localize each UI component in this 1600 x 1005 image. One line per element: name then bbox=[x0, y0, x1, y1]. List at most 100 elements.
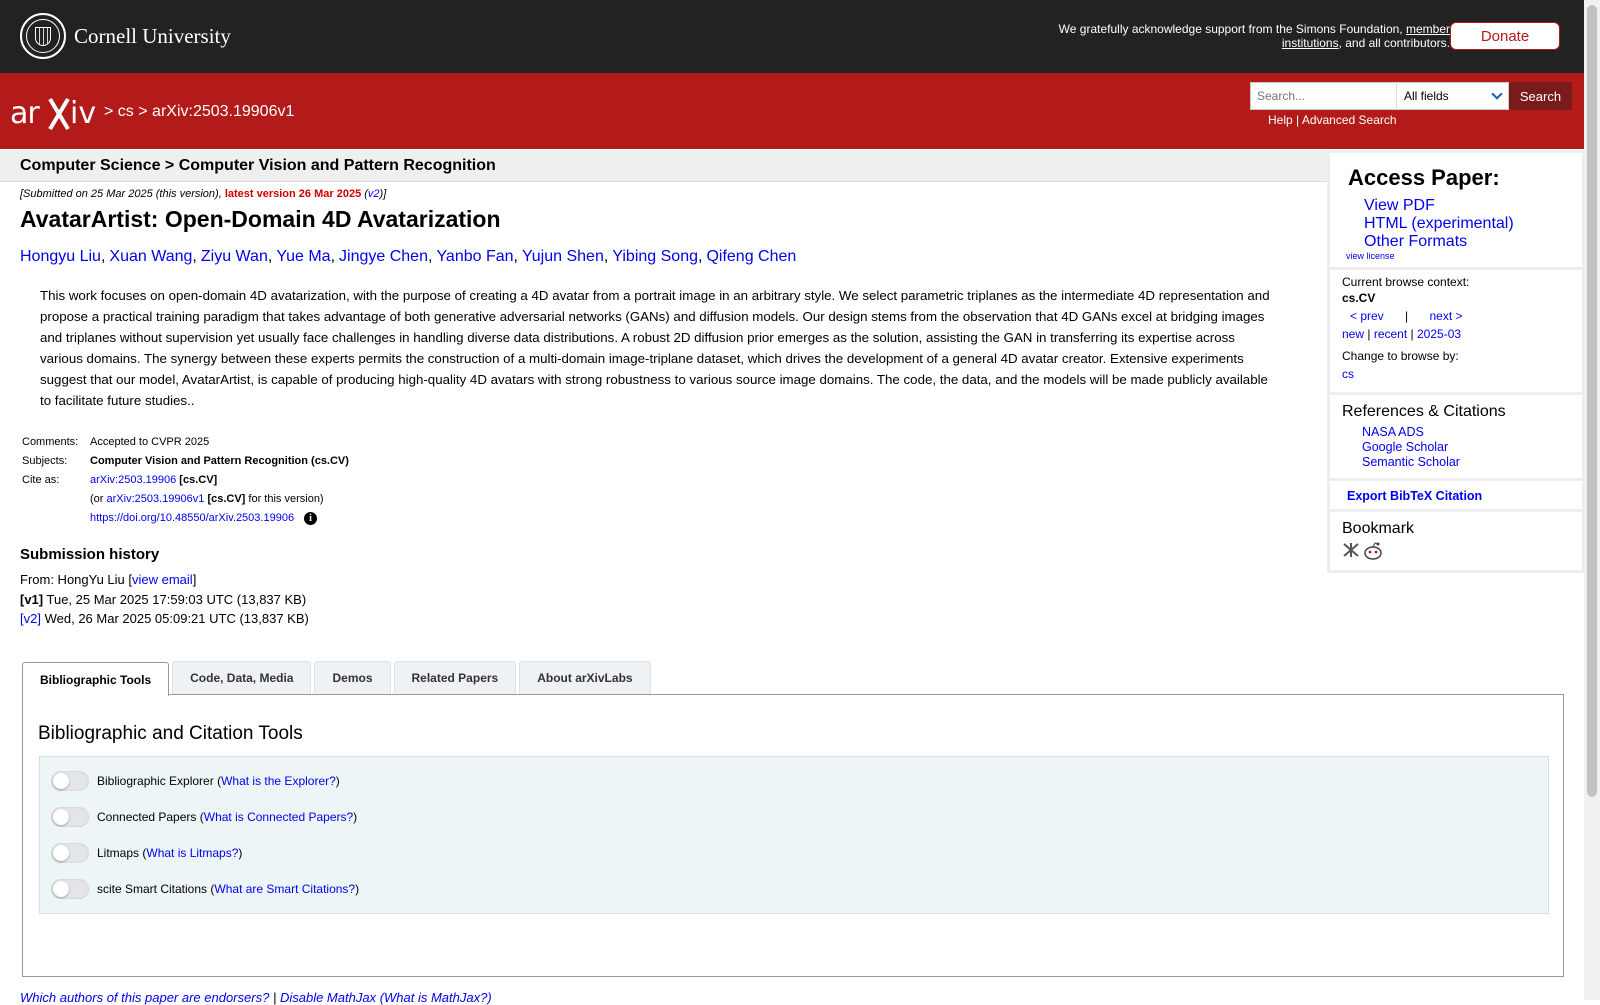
footer-links: Which authors of this paper are endorser… bbox=[20, 990, 492, 1005]
author-separator: , bbox=[513, 248, 518, 265]
bibsonomy-icon[interactable] bbox=[1342, 542, 1360, 558]
tab-demos[interactable]: Demos bbox=[314, 661, 391, 694]
latest-version-label: latest version 26 Mar 2025 bbox=[224, 188, 362, 200]
author-separator: , bbox=[100, 248, 106, 265]
subjects-label: Subjects: bbox=[22, 455, 68, 467]
history-title: Submission history bbox=[20, 546, 160, 563]
search-input[interactable] bbox=[1250, 82, 1396, 110]
scrollbar[interactable] bbox=[1584, 0, 1600, 1000]
prev-link[interactable]: < prev bbox=[1350, 309, 1384, 323]
author-link[interactable]: Jingye Chen bbox=[339, 248, 428, 265]
donate-button[interactable]: Donate bbox=[1450, 22, 1560, 50]
author-separator: , bbox=[267, 248, 273, 265]
reddit-icon[interactable] bbox=[1363, 542, 1383, 560]
scite-toggle[interactable] bbox=[51, 879, 89, 899]
cite-category: [cs.CV] bbox=[179, 474, 218, 486]
what-mathjax-link[interactable]: (What is MathJax?) bbox=[380, 990, 492, 1005]
google-scholar-link[interactable]: Google Scholar bbox=[1362, 440, 1448, 454]
author-separator: , bbox=[427, 248, 433, 265]
help-link[interactable]: Help bbox=[1268, 113, 1293, 127]
search-help-links: Help | Advanced Search bbox=[1268, 113, 1397, 127]
connected-papers-help-link[interactable]: What is Connected Papers? bbox=[204, 810, 353, 824]
submission-dateline: [Submitted on 25 Mar 2025 (this version)… bbox=[20, 188, 387, 200]
paper-title: AvatarArtist: Open-Domain 4D Avatarizati… bbox=[20, 206, 501, 232]
v2-history-link[interactable]: [v2] bbox=[20, 611, 41, 626]
author-separator: , bbox=[330, 248, 336, 265]
tab-bibliographic-tools[interactable]: Bibliographic Tools bbox=[22, 662, 170, 696]
litmaps-help-link[interactable]: What is Litmaps? bbox=[146, 846, 238, 860]
cornell-name: Cornell University bbox=[74, 23, 231, 48]
author-list: Hongyu Liu, Xuan Wang, Ziyu Wan, Yue Ma, Jin… bbox=[20, 248, 796, 266]
search-form: All fields Search bbox=[1250, 82, 1572, 110]
view-email-link[interactable]: view email bbox=[132, 572, 193, 587]
author-link[interactable]: Qifeng Chen bbox=[706, 248, 796, 265]
svg-text:ar: ar bbox=[10, 96, 40, 131]
panel-title: Bibliographic and Citation Tools bbox=[38, 723, 303, 744]
author-link[interactable]: Xuan Wang bbox=[109, 248, 192, 265]
svg-text:iv: iv bbox=[70, 96, 96, 131]
breadcrumb: > cs > arXiv:2503.19906v1 bbox=[104, 103, 295, 120]
tool-row: Connected Papers (What is Connected Pape… bbox=[51, 807, 357, 827]
view-pdf-link[interactable]: View PDF bbox=[1364, 197, 1435, 214]
author-link[interactable]: Hongyu Liu bbox=[20, 248, 101, 265]
v2-link[interactable]: v2 bbox=[368, 188, 380, 200]
explorer-toggle[interactable] bbox=[51, 771, 89, 791]
arxiv-logo[interactable]: ar iv bbox=[10, 93, 102, 133]
metadata-table: Comments: Accepted to CVPR 2025 Subjects… bbox=[22, 436, 349, 525]
refs-title: References & Citations bbox=[1342, 403, 1506, 420]
abstract: This work focuses on open-domain 4D avat… bbox=[40, 288, 1270, 408]
scrollbar-thumb[interactable] bbox=[1587, 5, 1597, 797]
tab-related-papers[interactable]: Related Papers bbox=[393, 661, 517, 694]
html-link[interactable]: HTML (experimental) bbox=[1364, 215, 1514, 232]
view-license-link[interactable]: view license bbox=[1346, 251, 1395, 261]
author-separator: , bbox=[603, 248, 609, 265]
recent-link[interactable]: recent bbox=[1374, 327, 1407, 341]
author-link[interactable]: Yanbo Fan bbox=[436, 248, 513, 265]
other-formats-link[interactable]: Other Formats bbox=[1364, 233, 1467, 250]
comments-label: Comments: bbox=[22, 436, 79, 448]
tools-list: Bibliographic Explorer (What is the Expl… bbox=[39, 756, 1549, 914]
explorer-help-link[interactable]: What is the Explorer? bbox=[221, 774, 336, 788]
doi-link[interactable]: https://doi.org/10.48550/arXiv.2503.1990… bbox=[90, 512, 294, 524]
cornell-seal-icon bbox=[20, 13, 66, 59]
v1-label: [v1] bbox=[20, 591, 44, 607]
subject-header: Computer Science > Computer Vision and P… bbox=[0, 150, 1327, 182]
labs-tabs: Bibliographic Tools Code, Data, Media De… bbox=[22, 661, 654, 696]
connected-papers-toggle[interactable] bbox=[51, 807, 89, 827]
browse-context: cs.CV bbox=[1342, 291, 1376, 305]
author-link[interactable]: Yibing Song bbox=[612, 248, 698, 265]
semantic-scholar-link[interactable]: Semantic Scholar bbox=[1362, 455, 1460, 469]
tab-about-arxivlabs[interactable]: About arXivLabs bbox=[519, 661, 651, 694]
cite-version-link[interactable]: arXiv:2503.19906v1 bbox=[107, 493, 205, 505]
litmaps-toggle[interactable] bbox=[51, 843, 89, 863]
subjects-value: Computer Vision and Pattern Recognition … bbox=[90, 455, 349, 467]
breadcrumb-cs[interactable]: cs bbox=[118, 103, 134, 120]
author-separator: , bbox=[698, 248, 703, 265]
info-icon[interactable]: i bbox=[304, 512, 318, 525]
tool-row: Bibliographic Explorer (What is the Expl… bbox=[51, 771, 340, 791]
cornell-logo[interactable]: Cornell University bbox=[20, 13, 231, 59]
browse-cs-link[interactable]: cs bbox=[1342, 367, 1354, 381]
support-text: We gratefully acknowledge support from t… bbox=[1058, 22, 1450, 50]
comments-value: Accepted to CVPR 2025 bbox=[90, 436, 210, 448]
advanced-search-link[interactable]: Advanced Search bbox=[1302, 113, 1397, 127]
scite-help-link[interactable]: What are Smart Citations? bbox=[214, 882, 355, 896]
month-link[interactable]: 2025-03 bbox=[1417, 327, 1461, 341]
author-link[interactable]: Ziyu Wan bbox=[201, 248, 268, 265]
cite-id-link[interactable]: arXiv:2503.19906 bbox=[90, 474, 176, 486]
disable-mathjax-link[interactable]: Disable MathJax bbox=[280, 990, 376, 1005]
new-link[interactable]: new bbox=[1342, 327, 1364, 341]
search-button[interactable]: Search bbox=[1509, 82, 1572, 110]
next-link[interactable]: next > bbox=[1430, 309, 1463, 323]
author-link[interactable]: Yue Ma bbox=[276, 248, 330, 265]
author-link[interactable]: Yujun Shen bbox=[522, 248, 604, 265]
export-bibtex-link[interactable]: Export BibTeX Citation bbox=[1342, 489, 1482, 503]
nasa-ads-link[interactable]: NASA ADS bbox=[1362, 425, 1424, 439]
tab-code-data-media[interactable]: Code, Data, Media bbox=[172, 661, 312, 694]
arxiv-header: ar iv > cs > arXiv:2503.19906v1 All fiel… bbox=[0, 73, 1584, 149]
endorsers-link[interactable]: Which authors of this paper are endorser… bbox=[20, 990, 269, 1005]
chevron-down-icon bbox=[1491, 88, 1503, 100]
breadcrumb-paper-id: arXiv:2503.19906v1 bbox=[152, 103, 295, 120]
change-browse-label: Change to browse by: bbox=[1342, 349, 1459, 363]
search-field-select[interactable]: All fields bbox=[1396, 82, 1509, 110]
